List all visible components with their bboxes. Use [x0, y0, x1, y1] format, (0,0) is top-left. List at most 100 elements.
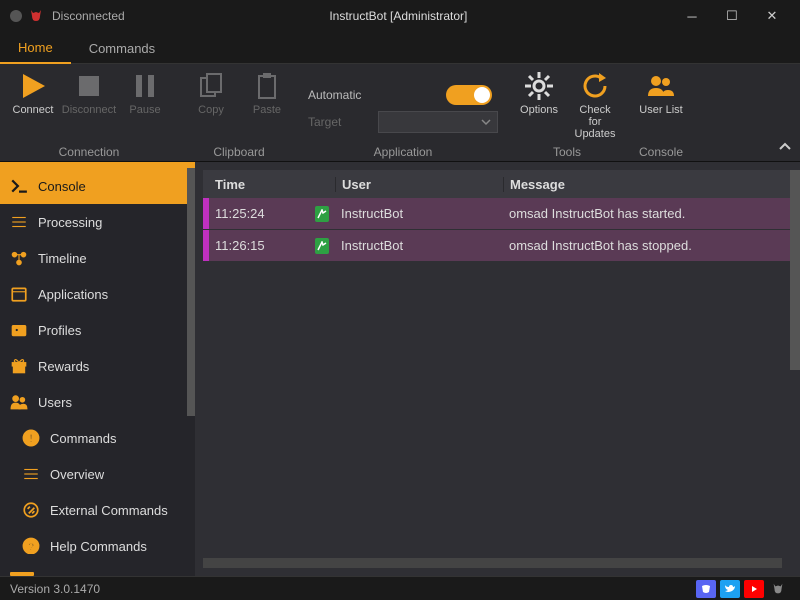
sidebar-item-users[interactable]: Users	[0, 384, 195, 420]
header-user[interactable]: User	[335, 177, 503, 192]
group-label-console: Console	[639, 143, 683, 159]
rewards-icon	[10, 357, 28, 375]
userlist-button[interactable]: User List	[636, 68, 686, 118]
window-title: InstructBot [Administrator]	[125, 9, 672, 23]
svg-text:!: !	[29, 432, 33, 446]
cell-message: omsad InstructBot has stopped.	[503, 238, 792, 253]
main: Console Processing Timeline Applications Pro…	[0, 162, 800, 576]
cell-user: InstructBot	[335, 206, 503, 221]
minimize-button[interactable]: ─	[672, 0, 712, 32]
pause-button[interactable]: Pause	[120, 68, 170, 118]
target-select[interactable]	[378, 111, 498, 133]
bot-icon	[317, 209, 327, 219]
sidebar-item-label: Profiles	[38, 323, 81, 338]
sidebar-bottom-accent	[10, 572, 34, 576]
sidebar-item-label: External Commands	[50, 503, 168, 518]
applications-icon	[10, 285, 28, 303]
play-icon	[17, 70, 49, 102]
statusbar: Version 3.0.1470	[0, 576, 800, 600]
brand-icon	[771, 582, 785, 596]
twitter-link[interactable]	[720, 580, 740, 598]
gear-icon	[523, 70, 555, 102]
external-icon	[22, 501, 40, 519]
help-icon: ?	[22, 537, 40, 554]
overview-icon	[22, 465, 40, 483]
sidebar-item-label: Help Commands	[50, 539, 147, 554]
stop-icon	[73, 70, 105, 102]
automatic-toggle[interactable]	[446, 85, 492, 105]
sidebar-item-overview[interactable]: Overview	[0, 456, 195, 492]
sidebar-item-applications[interactable]: Applications	[0, 276, 195, 312]
connect-button[interactable]: Connect	[8, 68, 58, 118]
ribbon-group-console: User List Console	[628, 64, 694, 161]
tab-home[interactable]: Home	[0, 32, 71, 64]
users-icon	[645, 70, 677, 102]
cell-time: 11:26:15	[209, 238, 315, 253]
sidebar-item-label: Console	[38, 179, 86, 194]
sidebar-item-external-commands[interactable]: External Commands	[0, 492, 195, 528]
disconnect-button[interactable]: Disconnect	[64, 68, 114, 118]
table-header: Time User Message	[203, 170, 792, 198]
sidebar-item-commands[interactable]: !Commands	[0, 420, 195, 456]
sidebar-item-label: Applications	[38, 287, 108, 302]
sidebar-item-label: Timeline	[38, 251, 87, 266]
header-time[interactable]: Time	[209, 177, 315, 192]
check-updates-button[interactable]: Check for Updates	[570, 68, 620, 142]
users-icon	[10, 393, 28, 411]
header-message[interactable]: Message	[503, 177, 792, 192]
paste-icon	[251, 70, 283, 102]
ribbon-group-connection: Connect Disconnect Pause Connection	[0, 64, 178, 161]
group-label-clipboard: Clipboard	[213, 143, 264, 159]
ribbon-group-tools: Options Check for Updates Tools	[506, 64, 628, 161]
maximize-button[interactable]: ☐	[712, 0, 752, 32]
ribbon-group-clipboard: Copy Paste Clipboard	[178, 64, 300, 161]
copy-button[interactable]: Copy	[186, 68, 236, 118]
cell-user-icon	[315, 238, 335, 254]
sidebar: Console Processing Timeline Applications Pro…	[0, 162, 195, 576]
cell-user-icon	[315, 206, 335, 222]
sidebar-item-console[interactable]: Console	[0, 168, 195, 204]
ribbon-collapse-button[interactable]	[778, 140, 792, 157]
options-button[interactable]: Options	[514, 68, 564, 118]
discord-icon	[700, 583, 712, 595]
svg-text:?: ?	[28, 542, 35, 554]
sidebar-item-help-commands[interactable]: ? Help Commands	[0, 528, 195, 554]
pause-icon	[129, 70, 161, 102]
tabbar: Home Commands	[0, 32, 800, 64]
titlebar: Disconnected InstructBot [Administrator]…	[0, 0, 800, 32]
table-row[interactable]: 11:26:15InstructBotomsad InstructBot has…	[203, 230, 792, 262]
sidebar-scrollbar[interactable]	[187, 168, 195, 416]
discord-link[interactable]	[696, 580, 716, 598]
version-text: Version 3.0.1470	[10, 582, 100, 596]
tab-commands[interactable]: Commands	[71, 32, 173, 64]
bot-icon	[317, 241, 327, 251]
sidebar-item-profiles[interactable]: Profiles	[0, 312, 195, 348]
sidebar-item-label: Overview	[50, 467, 104, 482]
paste-button[interactable]: Paste	[242, 68, 292, 118]
window-controls: ─ ☐ ✕	[672, 0, 792, 32]
content-hscrollbar[interactable]	[203, 558, 782, 568]
ribbon-group-application: Automatic Target Application	[300, 64, 506, 161]
group-label-application: Application	[374, 143, 433, 159]
app-icon	[8, 8, 24, 24]
terminal-icon	[10, 177, 28, 195]
commands-icon: !	[22, 429, 40, 447]
youtube-link[interactable]	[744, 580, 764, 598]
sidebar-item-timeline[interactable]: Timeline	[0, 240, 195, 276]
sidebar-item-label: Users	[38, 395, 72, 410]
sidebar-item-rewards[interactable]: Rewards	[0, 348, 195, 384]
youtube-icon	[748, 583, 760, 595]
automatic-label: Automatic	[308, 88, 370, 102]
title-icons	[8, 8, 44, 24]
target-label: Target	[308, 115, 370, 129]
sidebar-item-processing[interactable]: Processing	[0, 204, 195, 240]
brand-link[interactable]	[768, 580, 788, 598]
profiles-icon	[10, 321, 28, 339]
content-scrollbar[interactable]	[790, 170, 800, 370]
connection-status: Disconnected	[52, 9, 125, 23]
copy-icon	[195, 70, 227, 102]
close-button[interactable]: ✕	[752, 0, 792, 32]
table-row[interactable]: 11:25:24InstructBotomsad InstructBot has…	[203, 198, 792, 230]
group-label-tools: Tools	[553, 143, 581, 159]
chevron-down-icon	[481, 117, 491, 127]
